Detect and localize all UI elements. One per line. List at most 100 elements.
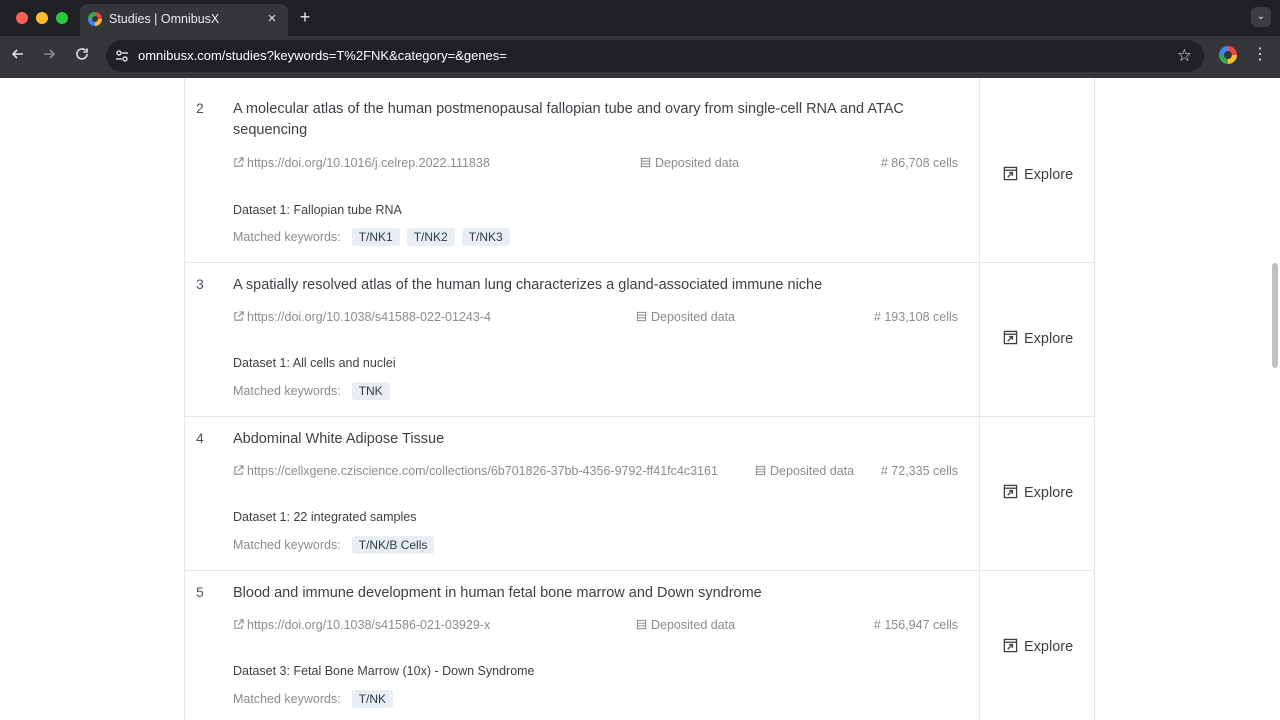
study-meta: https://cellxgene.cziscience.com/collect…: [233, 464, 958, 482]
explore-icon: [1003, 330, 1018, 345]
study-link-text: https://doi.org/10.1038/s41586-021-03929…: [247, 618, 491, 632]
study-title[interactable]: A spatially resolved atlas of the human …: [233, 275, 933, 296]
dataset-label: Dataset 3: Fetal Bone Marrow (10x) - Dow…: [233, 664, 535, 678]
external-link-icon: [234, 311, 244, 321]
study-title[interactable]: Blood and immune development in human fe…: [233, 583, 933, 604]
row-index: 5: [196, 584, 204, 600]
study-link[interactable]: https://cellxgene.cziscience.com/collect…: [233, 464, 718, 478]
table-row: 4 Abdominal White Adipose Tissue https:/…: [185, 417, 1094, 571]
explore-label: Explore: [1024, 485, 1074, 501]
explore-button[interactable]: Explore: [1003, 328, 1073, 350]
table-row: 2 A molecular atlas of the human postmen…: [185, 78, 1094, 263]
studies-table: 2 A molecular atlas of the human postmen…: [184, 78, 1095, 720]
cell-count: # 193,108 cells: [873, 310, 958, 324]
database-icon: [636, 311, 647, 322]
browser-toolbar: omnibusx.com/studies?keywords=T%2FNK&cat…: [0, 36, 1280, 78]
table-row: 3 A spatially resolved atlas of the huma…: [185, 263, 1094, 417]
deposited-data-link[interactable]: Deposited data: [640, 156, 739, 170]
new-tab-button[interactable]: +: [296, 8, 314, 26]
browser-tab-strip: Studies | OmnibusX × + ⌄: [0, 0, 1280, 36]
keyword-chip: T/NK1: [351, 228, 400, 246]
browser-tab-active[interactable]: Studies | OmnibusX ×: [80, 4, 288, 36]
cell-count: # 156,947 cells: [873, 618, 958, 632]
matched-keywords: Matched keywords: T/NK1 T/NK2 T/NK3: [233, 228, 517, 248]
reload-icon[interactable]: [71, 46, 93, 68]
deposited-data-label: Deposited data: [770, 464, 855, 478]
external-link-icon: [234, 157, 244, 167]
explore-button[interactable]: Explore: [1003, 482, 1073, 504]
study-link[interactable]: https://doi.org/10.1038/s41586-021-03929…: [233, 618, 490, 632]
omnibusx-favicon-icon: [88, 12, 102, 26]
site-settings-icon[interactable]: [114, 48, 130, 64]
dataset-label: Dataset 1: 22 integrated samples: [233, 510, 417, 524]
database-icon: [636, 619, 647, 630]
deposited-data-label: Deposited data: [651, 310, 736, 324]
external-link-icon: [234, 619, 244, 629]
matched-keywords-label: Matched keywords:: [233, 384, 341, 398]
deposited-data-link[interactable]: Deposited data: [636, 618, 735, 632]
matched-keywords: Matched keywords: T/NK/B Cells: [233, 536, 441, 556]
cell-count: # 72,335 cells: [880, 464, 958, 478]
study-link-text: https://doi.org/10.1016/j.celrep.2022.11…: [247, 156, 490, 170]
study-info-cell: 3 A spatially resolved atlas of the huma…: [185, 263, 980, 416]
explore-label: Explore: [1024, 639, 1074, 655]
keyword-chip: TNK: [351, 382, 390, 400]
dataset-label: Dataset 1: All cells and nuclei: [233, 356, 396, 370]
address-bar[interactable]: omnibusx.com/studies?keywords=T%2FNK&cat…: [106, 40, 1204, 72]
keyword-chip: T/NK/B Cells: [351, 536, 435, 554]
url-text[interactable]: omnibusx.com/studies?keywords=T%2FNK&cat…: [138, 48, 507, 63]
close-window-button[interactable]: [16, 12, 28, 24]
maximize-window-button[interactable]: [56, 12, 68, 24]
back-arrow-icon[interactable]: [7, 46, 29, 68]
study-link[interactable]: https://doi.org/10.1016/j.celrep.2022.11…: [233, 156, 490, 170]
external-link-icon: [234, 465, 244, 475]
tab-title: Studies | OmnibusX: [109, 12, 220, 26]
minimize-window-button[interactable]: [36, 12, 48, 24]
explore-button[interactable]: Explore: [1003, 164, 1073, 186]
explore-button[interactable]: Explore: [1003, 636, 1073, 658]
dataset-label: Dataset 1: Fallopian tube RNA: [233, 203, 402, 217]
study-info-cell: 2 A molecular atlas of the human postmen…: [185, 78, 980, 262]
deposited-data-label: Deposited data: [651, 618, 736, 632]
database-icon: [640, 157, 651, 168]
matched-keywords: Matched keywords: T/NK: [233, 690, 400, 710]
explore-label: Explore: [1024, 167, 1074, 183]
keyword-chip: T/NK2: [406, 228, 455, 246]
keyword-chip: T/NK3: [461, 228, 510, 246]
deposited-data-link[interactable]: Deposited data: [636, 310, 735, 324]
explore-icon: [1003, 166, 1018, 181]
page-scrollbar[interactable]: [1272, 263, 1278, 368]
database-icon: [755, 465, 766, 476]
study-meta: https://doi.org/10.1038/s41586-021-03929…: [233, 618, 958, 636]
study-meta: https://doi.org/10.1038/s41588-022-01243…: [233, 310, 958, 328]
explore-icon: [1003, 638, 1018, 653]
tab-close-button[interactable]: ×: [264, 11, 280, 27]
keyword-chip: T/NK: [351, 690, 394, 708]
study-link-text: https://cellxgene.cziscience.com/collect…: [247, 464, 718, 478]
study-info-cell: 4 Abdominal White Adipose Tissue https:/…: [185, 417, 980, 570]
forward-arrow-icon[interactable]: [38, 46, 60, 68]
browser-menu-icon[interactable]: ⋮: [1252, 46, 1268, 64]
tab-search-chevron-icon[interactable]: ⌄: [1251, 7, 1271, 27]
study-title[interactable]: Abdominal White Adipose Tissue: [233, 429, 933, 450]
study-meta: https://doi.org/10.1016/j.celrep.2022.11…: [233, 156, 958, 174]
matched-keywords-label: Matched keywords:: [233, 230, 341, 244]
deposited-data-label: Deposited data: [655, 156, 740, 170]
bookmark-star-icon[interactable]: ☆: [1177, 46, 1192, 66]
study-link-text: https://doi.org/10.1038/s41588-022-01243…: [247, 310, 491, 324]
cell-count: # 86,708 cells: [880, 156, 958, 170]
study-link[interactable]: https://doi.org/10.1038/s41588-022-01243…: [233, 310, 491, 324]
study-title[interactable]: A molecular atlas of the human postmenop…: [233, 99, 933, 141]
matched-keywords: Matched keywords: TNK: [233, 382, 397, 402]
row-index: 3: [196, 276, 204, 292]
row-index: 2: [196, 100, 204, 116]
table-row: 5 Blood and immune development in human …: [185, 571, 1094, 720]
explore-label: Explore: [1024, 331, 1074, 347]
deposited-data-link[interactable]: Deposited data: [755, 464, 854, 478]
profile-avatar-icon[interactable]: [1219, 46, 1237, 64]
page-viewport: 2 A molecular atlas of the human postmen…: [0, 78, 1280, 720]
explore-icon: [1003, 484, 1018, 499]
study-info-cell: 5 Blood and immune development in human …: [185, 571, 980, 720]
row-index: 4: [196, 430, 204, 446]
matched-keywords-label: Matched keywords:: [233, 538, 341, 552]
